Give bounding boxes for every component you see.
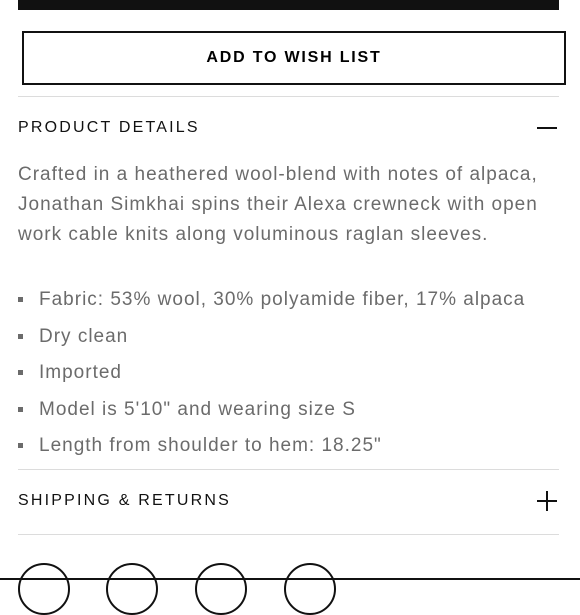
list-item: Model is 5'10" and wearing size S: [18, 394, 578, 431]
divider: [18, 534, 559, 535]
email-icon[interactable]: [284, 563, 336, 615]
bullet-icon: [18, 333, 23, 339]
list-item: Length from shoulder to hem: 18.25": [18, 430, 578, 467]
list-item: Dry clean: [18, 321, 578, 358]
shipping-returns-heading[interactable]: SHIPPING & RETURNS: [18, 492, 231, 510]
plus-icon[interactable]: [536, 490, 558, 512]
detail-text: Imported: [39, 362, 122, 384]
divider: [18, 469, 559, 470]
list-item: Fabric: 53% wool, 30% polyamide fiber, 1…: [18, 284, 578, 321]
primary-button-bottom-edge[interactable]: [18, 0, 559, 10]
detail-text: Model is 5'10" and wearing size S: [39, 398, 356, 420]
divider: [18, 96, 559, 97]
list-item: Imported: [18, 357, 578, 394]
minus-icon[interactable]: [536, 117, 558, 139]
bullet-icon: [18, 370, 23, 376]
bullet-icon: [18, 443, 23, 449]
add-to-wish-list-button[interactable]: ADD TO WISH LIST: [22, 31, 566, 85]
bullet-icon: [18, 297, 23, 302]
product-details-heading[interactable]: PRODUCT DETAILS: [18, 119, 200, 137]
detail-text: Dry clean: [39, 325, 129, 347]
bullet-icon: [18, 406, 23, 412]
product-details-list: Fabric: 53% wool, 30% polyamide fiber, 1…: [18, 284, 578, 467]
detail-text: Length from shoulder to hem: 18.25": [39, 435, 382, 457]
twitter-icon[interactable]: [106, 563, 158, 615]
detail-text: Fabric: 53% wool, 30% polyamide fiber, 1…: [39, 289, 526, 310]
share-icons-row: [0, 563, 580, 615]
facebook-icon[interactable]: [18, 563, 70, 615]
product-description: Crafted in a heathered wool-blend with n…: [18, 164, 538, 245]
pinterest-icon[interactable]: [195, 563, 247, 615]
